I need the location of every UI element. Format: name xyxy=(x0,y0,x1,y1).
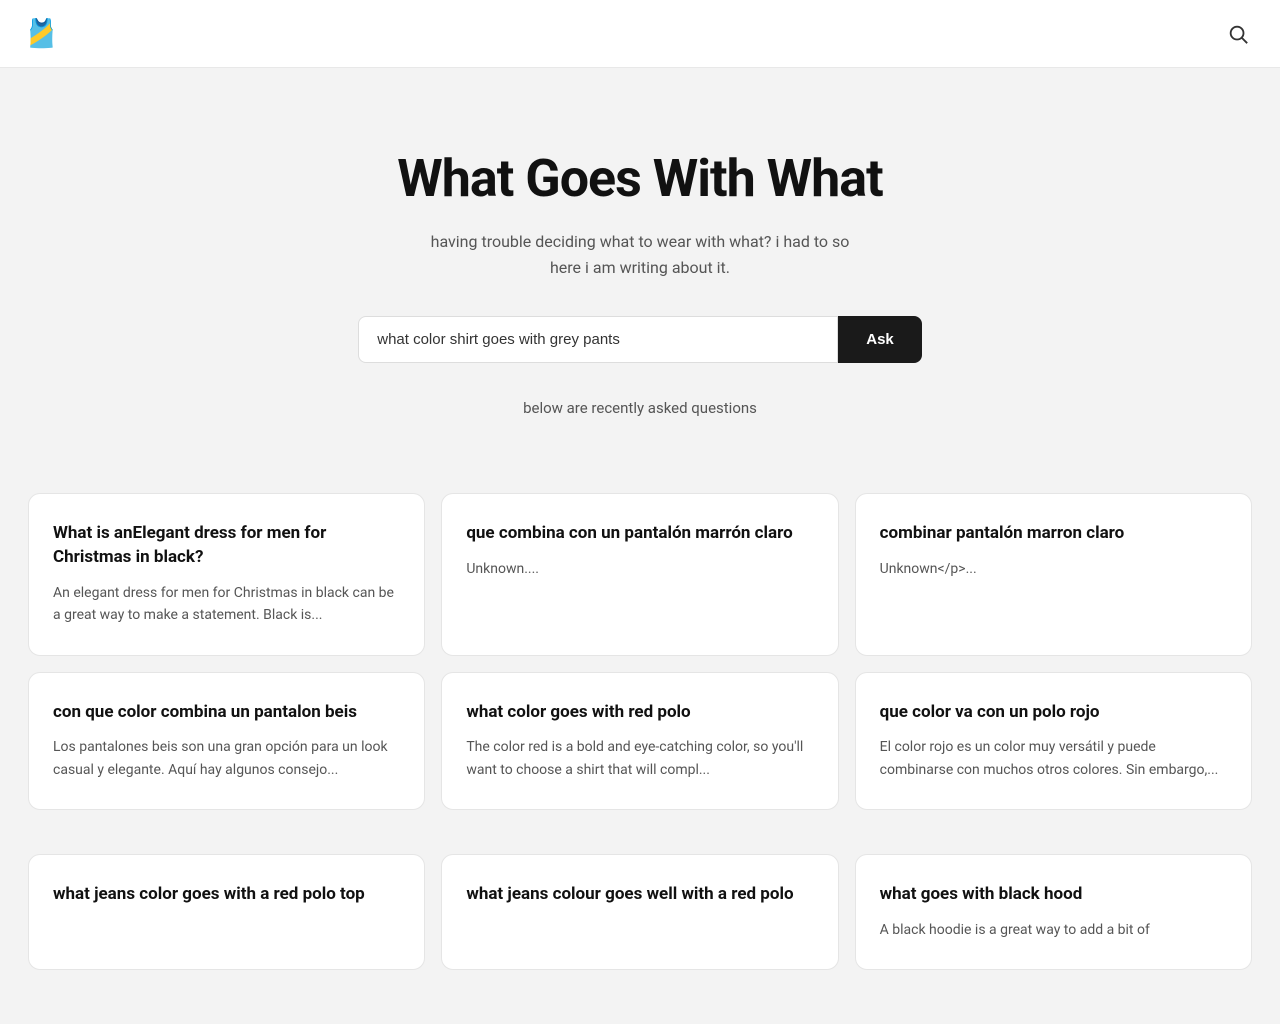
card-title: con que color combina un pantalon beis xyxy=(53,701,400,725)
card-excerpt: Los pantalones beis son una gran opción … xyxy=(53,736,400,781)
hero-section: What Goes With What having trouble decid… xyxy=(0,68,1280,493)
card-row3-0[interactable]: what jeans color goes with a red polo to… xyxy=(28,854,425,970)
card-title: what jeans color goes with a red polo to… xyxy=(53,883,400,907)
hero-subtitle: having trouble deciding what to wear wit… xyxy=(24,229,1256,280)
card-title: What is anElegant dress for men for Chri… xyxy=(53,522,400,570)
page-title: What Goes With What xyxy=(24,148,1256,209)
card-excerpt: The color red is a bold and eye-catching… xyxy=(466,736,813,781)
search-input[interactable] xyxy=(358,316,838,363)
ask-button[interactable]: Ask xyxy=(838,316,922,363)
card-row2-0[interactable]: con que color combina un pantalon beis L… xyxy=(28,672,425,811)
card-excerpt: Unknown</p>... xyxy=(880,558,1227,580)
card-excerpt: An elegant dress for men for Christmas i… xyxy=(53,582,400,627)
card-title: que combina con un pantalón marrón claro xyxy=(466,522,813,546)
card-title: combinar pantalón marron claro xyxy=(880,522,1227,546)
header: 🎽 xyxy=(0,0,1280,68)
recent-label: below are recently asked questions xyxy=(24,399,1256,417)
card-row3-1[interactable]: what jeans colour goes well with a red p… xyxy=(441,854,838,970)
logo-emoji: 🎽 xyxy=(24,17,59,50)
header-search-button[interactable] xyxy=(1220,16,1256,52)
card-row2-2[interactable]: que color va con un polo rojo El color r… xyxy=(855,672,1252,811)
search-bar: Ask xyxy=(24,316,1256,363)
card-row1-1[interactable]: que combina con un pantalón marrón claro… xyxy=(441,493,838,655)
search-icon xyxy=(1227,23,1249,45)
card-row1-0[interactable]: What is anElegant dress for men for Chri… xyxy=(28,493,425,655)
card-row1-2[interactable]: combinar pantalón marron claro Unknown</… xyxy=(855,493,1252,655)
cards-grid-row3: what jeans color goes with a red polo to… xyxy=(0,854,1280,998)
card-title: what color goes with red polo xyxy=(466,701,813,725)
card-title: what jeans colour goes well with a red p… xyxy=(466,883,813,907)
logo[interactable]: 🎽 xyxy=(24,17,59,50)
card-row3-2[interactable]: what goes with black hood A black hoodie… xyxy=(855,854,1252,970)
card-title: what goes with black hood xyxy=(880,883,1227,907)
card-excerpt: Unknown.... xyxy=(466,558,813,580)
cards-grid-row2: con que color combina un pantalon beis L… xyxy=(0,672,1280,839)
card-excerpt: A black hoodie is a great way to add a b… xyxy=(880,919,1227,941)
card-row2-1[interactable]: what color goes with red polo The color … xyxy=(441,672,838,811)
cards-grid-row1: What is anElegant dress for men for Chri… xyxy=(0,493,1280,655)
card-excerpt: El color rojo es un color muy versátil y… xyxy=(880,736,1227,781)
card-title: que color va con un polo rojo xyxy=(880,701,1227,725)
